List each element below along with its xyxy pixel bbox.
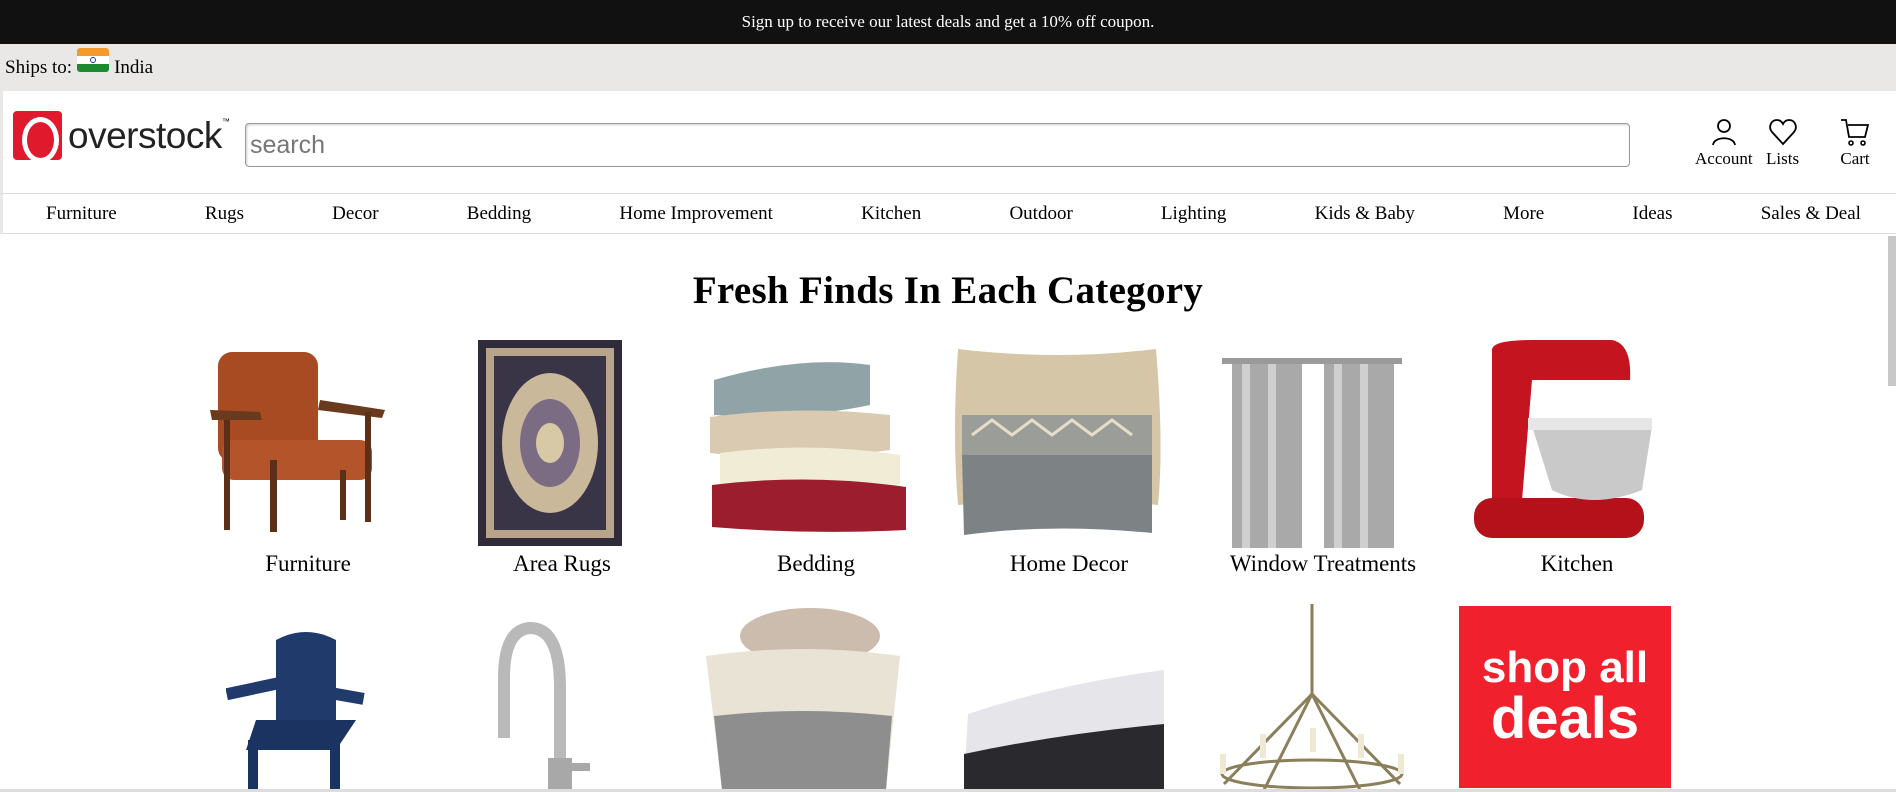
ships-to-bar: Ships to: India (0, 44, 1896, 91)
pillow-image[interactable] (952, 345, 1164, 540)
account-button[interactable]: Account (1695, 117, 1753, 169)
nav-furniture[interactable]: Furniture (46, 203, 117, 225)
logo-trademark: ™ (221, 117, 230, 126)
category-window-treatments[interactable]: Window Treatments (1203, 551, 1443, 577)
lists-label: Lists (1766, 149, 1800, 168)
category-kitchen[interactable]: Kitchen (1457, 551, 1697, 577)
nav-ideas[interactable]: Ideas (1632, 203, 1672, 225)
blankets-image[interactable] (700, 345, 910, 535)
nav-outdoor[interactable]: Outdoor (1009, 203, 1072, 225)
nav-rugs[interactable]: Rugs (205, 203, 244, 225)
page-scrollbar[interactable] (1888, 236, 1896, 386)
lists-button[interactable]: Lists (1766, 117, 1799, 169)
category-bedding[interactable]: Bedding (696, 551, 936, 577)
deals-line-2: deals (1490, 686, 1640, 751)
page-title: Fresh Finds In Each Category (692, 269, 1204, 312)
nav-home-improvement[interactable]: Home Improvement (619, 203, 773, 225)
heart-icon (1768, 119, 1797, 146)
overstock-logo[interactable]: overstock ™ (13, 111, 230, 163)
adirondack-chair-image[interactable] (226, 630, 366, 790)
curtains-image[interactable] (1222, 356, 1402, 548)
nav-more[interactable]: More (1503, 203, 1544, 225)
site-header: overstock ™ Account Lists Cart (0, 91, 1896, 193)
category-home-decor[interactable]: Home Decor (949, 551, 1189, 577)
storage-basket-image[interactable] (700, 606, 906, 790)
promo-text[interactable]: Sign up to receive our latest deals and … (742, 12, 1155, 32)
cart-label: Cart (1840, 149, 1870, 168)
armchair-image[interactable] (200, 340, 400, 540)
account-label: Account (1695, 149, 1753, 168)
logo-text: overstock (68, 114, 222, 156)
stand-mixer-image[interactable] (1472, 340, 1658, 546)
cart-button[interactable]: Cart (1840, 117, 1870, 169)
india-flag-icon (77, 47, 110, 72)
logo-mark-icon (13, 111, 62, 163)
kitchen-faucet-image[interactable] (490, 618, 600, 790)
nav-kids-baby[interactable]: Kids & Baby (1315, 203, 1415, 225)
mattress-image[interactable] (958, 664, 1164, 790)
cart-icon (1841, 119, 1870, 146)
ships-to-label: Ships to: (5, 56, 73, 78)
promo-banner[interactable]: Sign up to receive our latest deals and … (0, 0, 1896, 44)
area-rug-image[interactable] (478, 340, 622, 546)
category-area-rugs[interactable]: Area Rugs (442, 551, 682, 577)
nav-sales-deal[interactable]: Sales & Deal (1761, 203, 1861, 225)
category-nav: Furniture Rugs Decor Bedding Home Improv… (0, 193, 1896, 234)
chandelier-image[interactable] (1214, 604, 1410, 790)
nav-kitchen[interactable]: Kitchen (861, 203, 921, 225)
account-icon (1711, 119, 1736, 146)
deals-line-1: shop all (1481, 643, 1649, 692)
search-input[interactable] (245, 123, 1630, 167)
nav-bedding[interactable]: Bedding (467, 203, 531, 225)
ships-to-country[interactable]: India (114, 57, 153, 79)
nav-decor[interactable]: Decor (332, 203, 378, 225)
shop-all-deals-tile[interactable]: shop all deals (1459, 606, 1671, 788)
category-furniture[interactable]: Furniture (188, 551, 428, 577)
nav-lighting[interactable]: Lighting (1161, 203, 1226, 225)
